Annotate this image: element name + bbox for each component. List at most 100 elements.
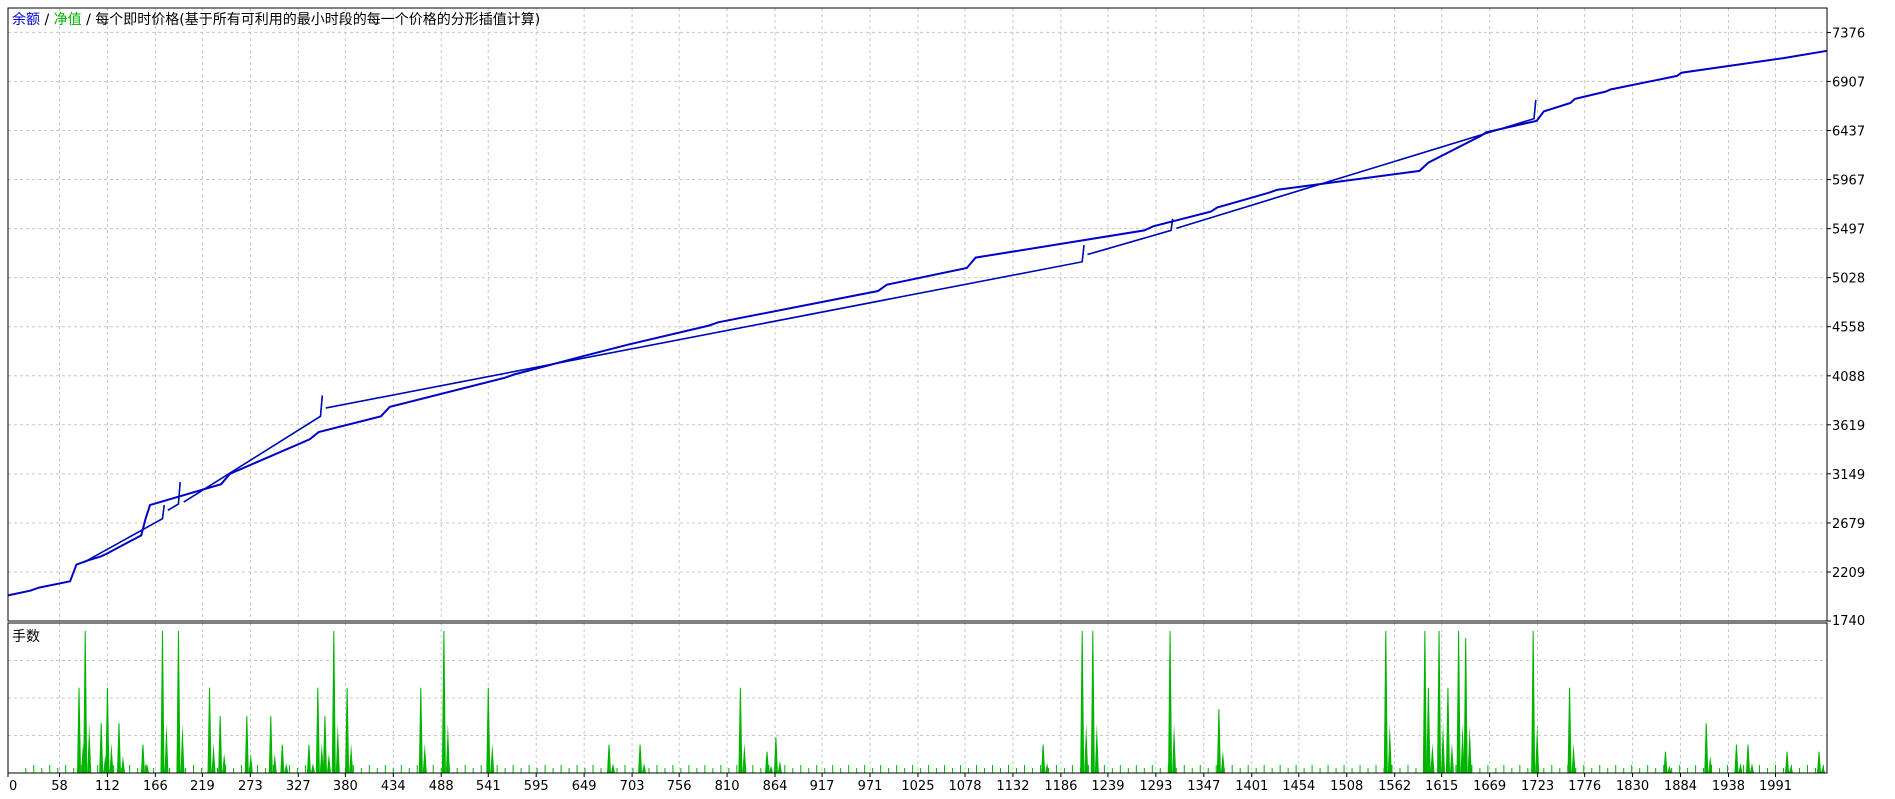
x-tick-label: 380: [333, 779, 358, 794]
grid-lines: [8, 8, 1827, 773]
x-tick-label: 273: [238, 779, 263, 794]
x-tick-label: 488: [429, 779, 454, 794]
x-tick-label: 1347: [1187, 779, 1220, 794]
y-tick-label: 4088: [1832, 370, 1865, 385]
title-separator: /: [82, 12, 96, 28]
x-tick-label: 541: [476, 779, 501, 794]
volume-bar: [490, 743, 495, 773]
volume-bar: [486, 687, 491, 774]
equity-spike: [183, 395, 324, 503]
strategy-tester-graph: 7376 6907 6437 5967 5497 5028 4558 4088 3619 3149…: [0, 0, 1895, 795]
volume-bar: [1172, 723, 1177, 773]
x-tick-label: 434: [381, 779, 406, 794]
x-tick-label: 1078: [948, 779, 981, 794]
volume-bar: [322, 716, 327, 774]
x-tick-label: 1132: [996, 779, 1029, 794]
y-tick-label: 2679: [1832, 517, 1865, 532]
volume-bar: [1704, 723, 1709, 774]
volume-bar: [1422, 630, 1427, 774]
volume-bar: [335, 723, 340, 773]
volume-bar: [1738, 763, 1743, 773]
y-tick-label: 4558: [1832, 321, 1865, 336]
volume-bar: [1094, 723, 1099, 773]
x-tick-label: 1615: [1425, 779, 1458, 794]
volume-bar: [1426, 687, 1431, 774]
x-tick-label: 1669: [1473, 779, 1506, 794]
volume-bar: [1437, 630, 1442, 774]
volume-bar: [764, 751, 770, 774]
equity-line: [1176, 99, 1537, 230]
y-tick-label: 7376: [1832, 26, 1865, 41]
volume-bar: [1467, 725, 1472, 773]
volume-bar: [1531, 630, 1536, 774]
volume-bar: [642, 763, 647, 773]
y-tick-label: 3619: [1832, 419, 1865, 434]
volume-bar: [140, 744, 145, 774]
volume-bar: [422, 743, 427, 773]
volume-bar: [268, 716, 273, 774]
x-tick-label: 1239: [1091, 779, 1124, 794]
volume-bar: [349, 743, 354, 773]
x-tick-label: 1454: [1282, 779, 1315, 794]
x-tick-label: 1884: [1664, 779, 1697, 794]
y-tick-label: 2209: [1832, 566, 1865, 581]
volume-bar: [160, 630, 165, 774]
volume-bar: [418, 687, 423, 774]
volume-bar: [83, 630, 88, 774]
y-tick-label: 1740: [1832, 614, 1865, 629]
x-tick-label: 58: [51, 779, 68, 794]
volume-bar: [445, 723, 450, 773]
x-tick-label: 327: [286, 779, 311, 794]
volume-bar: [1080, 630, 1085, 774]
x-tick-label: 971: [858, 779, 883, 794]
volume-bar: [777, 760, 782, 773]
x-tick-label: 595: [524, 779, 549, 794]
equity-legend-label: 净值: [54, 12, 82, 28]
volume-bar: [1041, 744, 1046, 774]
x-tick-label: 864: [763, 779, 788, 794]
y-tick-label: 5967: [1832, 174, 1865, 189]
volume-bar: [738, 687, 743, 774]
chart-title: 余额 / 净值 / 每个即时价格(基于所有可利用的最小时段的每一个价格的分形插值…: [12, 11, 540, 28]
volume-bar: [742, 743, 747, 773]
x-tick-label: 810: [715, 779, 740, 794]
modelling-mode-text: 每个即时价格(基于所有可利用的最小时段的每一个价格的分形插值计算): [95, 11, 540, 28]
x-tick-label: 756: [667, 779, 692, 794]
volume-panel-label: 手数: [12, 629, 40, 645]
x-tick-label: 1508: [1330, 779, 1363, 794]
volume-bar: [1430, 743, 1435, 773]
x-tick-label: 1938: [1712, 779, 1745, 794]
volume-bar: [1449, 743, 1454, 773]
equity-line: [83, 505, 165, 564]
volume-bar: [1441, 723, 1446, 773]
volume-bar: [638, 744, 643, 774]
volume-bar: [77, 687, 82, 774]
volume-bar: [1663, 751, 1668, 774]
y-tick-label: 6907: [1832, 75, 1865, 90]
volume-bar: [606, 744, 612, 774]
equity-spike: [167, 482, 181, 511]
title-separator: /: [40, 12, 54, 28]
volume-bar: [280, 744, 285, 774]
volume-bar: [164, 723, 169, 773]
volume-bar: [1789, 765, 1794, 773]
x-tick-label: 1186: [1044, 779, 1077, 794]
volume-bar: [218, 716, 223, 774]
x-tick-label: 112: [95, 779, 120, 794]
volume-bar: [222, 753, 227, 773]
volume-bar: [1216, 709, 1221, 774]
volume-bar: [1708, 755, 1713, 773]
volume-bar: [1220, 750, 1225, 773]
volume-bar: [244, 716, 249, 774]
equity-spike: [83, 505, 165, 564]
volume-bar: [1745, 744, 1751, 774]
x-tick-label: 917: [810, 779, 835, 794]
volume-bar: [1445, 687, 1450, 774]
volume-bar: [1734, 744, 1739, 774]
x-tick-label: 1776: [1568, 779, 1601, 794]
balance-legend-label: 余额: [12, 11, 40, 28]
volume-bar: [248, 753, 253, 773]
volume-bar: [211, 743, 216, 773]
volume-bar: [315, 687, 320, 774]
volume-bar: [1785, 751, 1790, 774]
